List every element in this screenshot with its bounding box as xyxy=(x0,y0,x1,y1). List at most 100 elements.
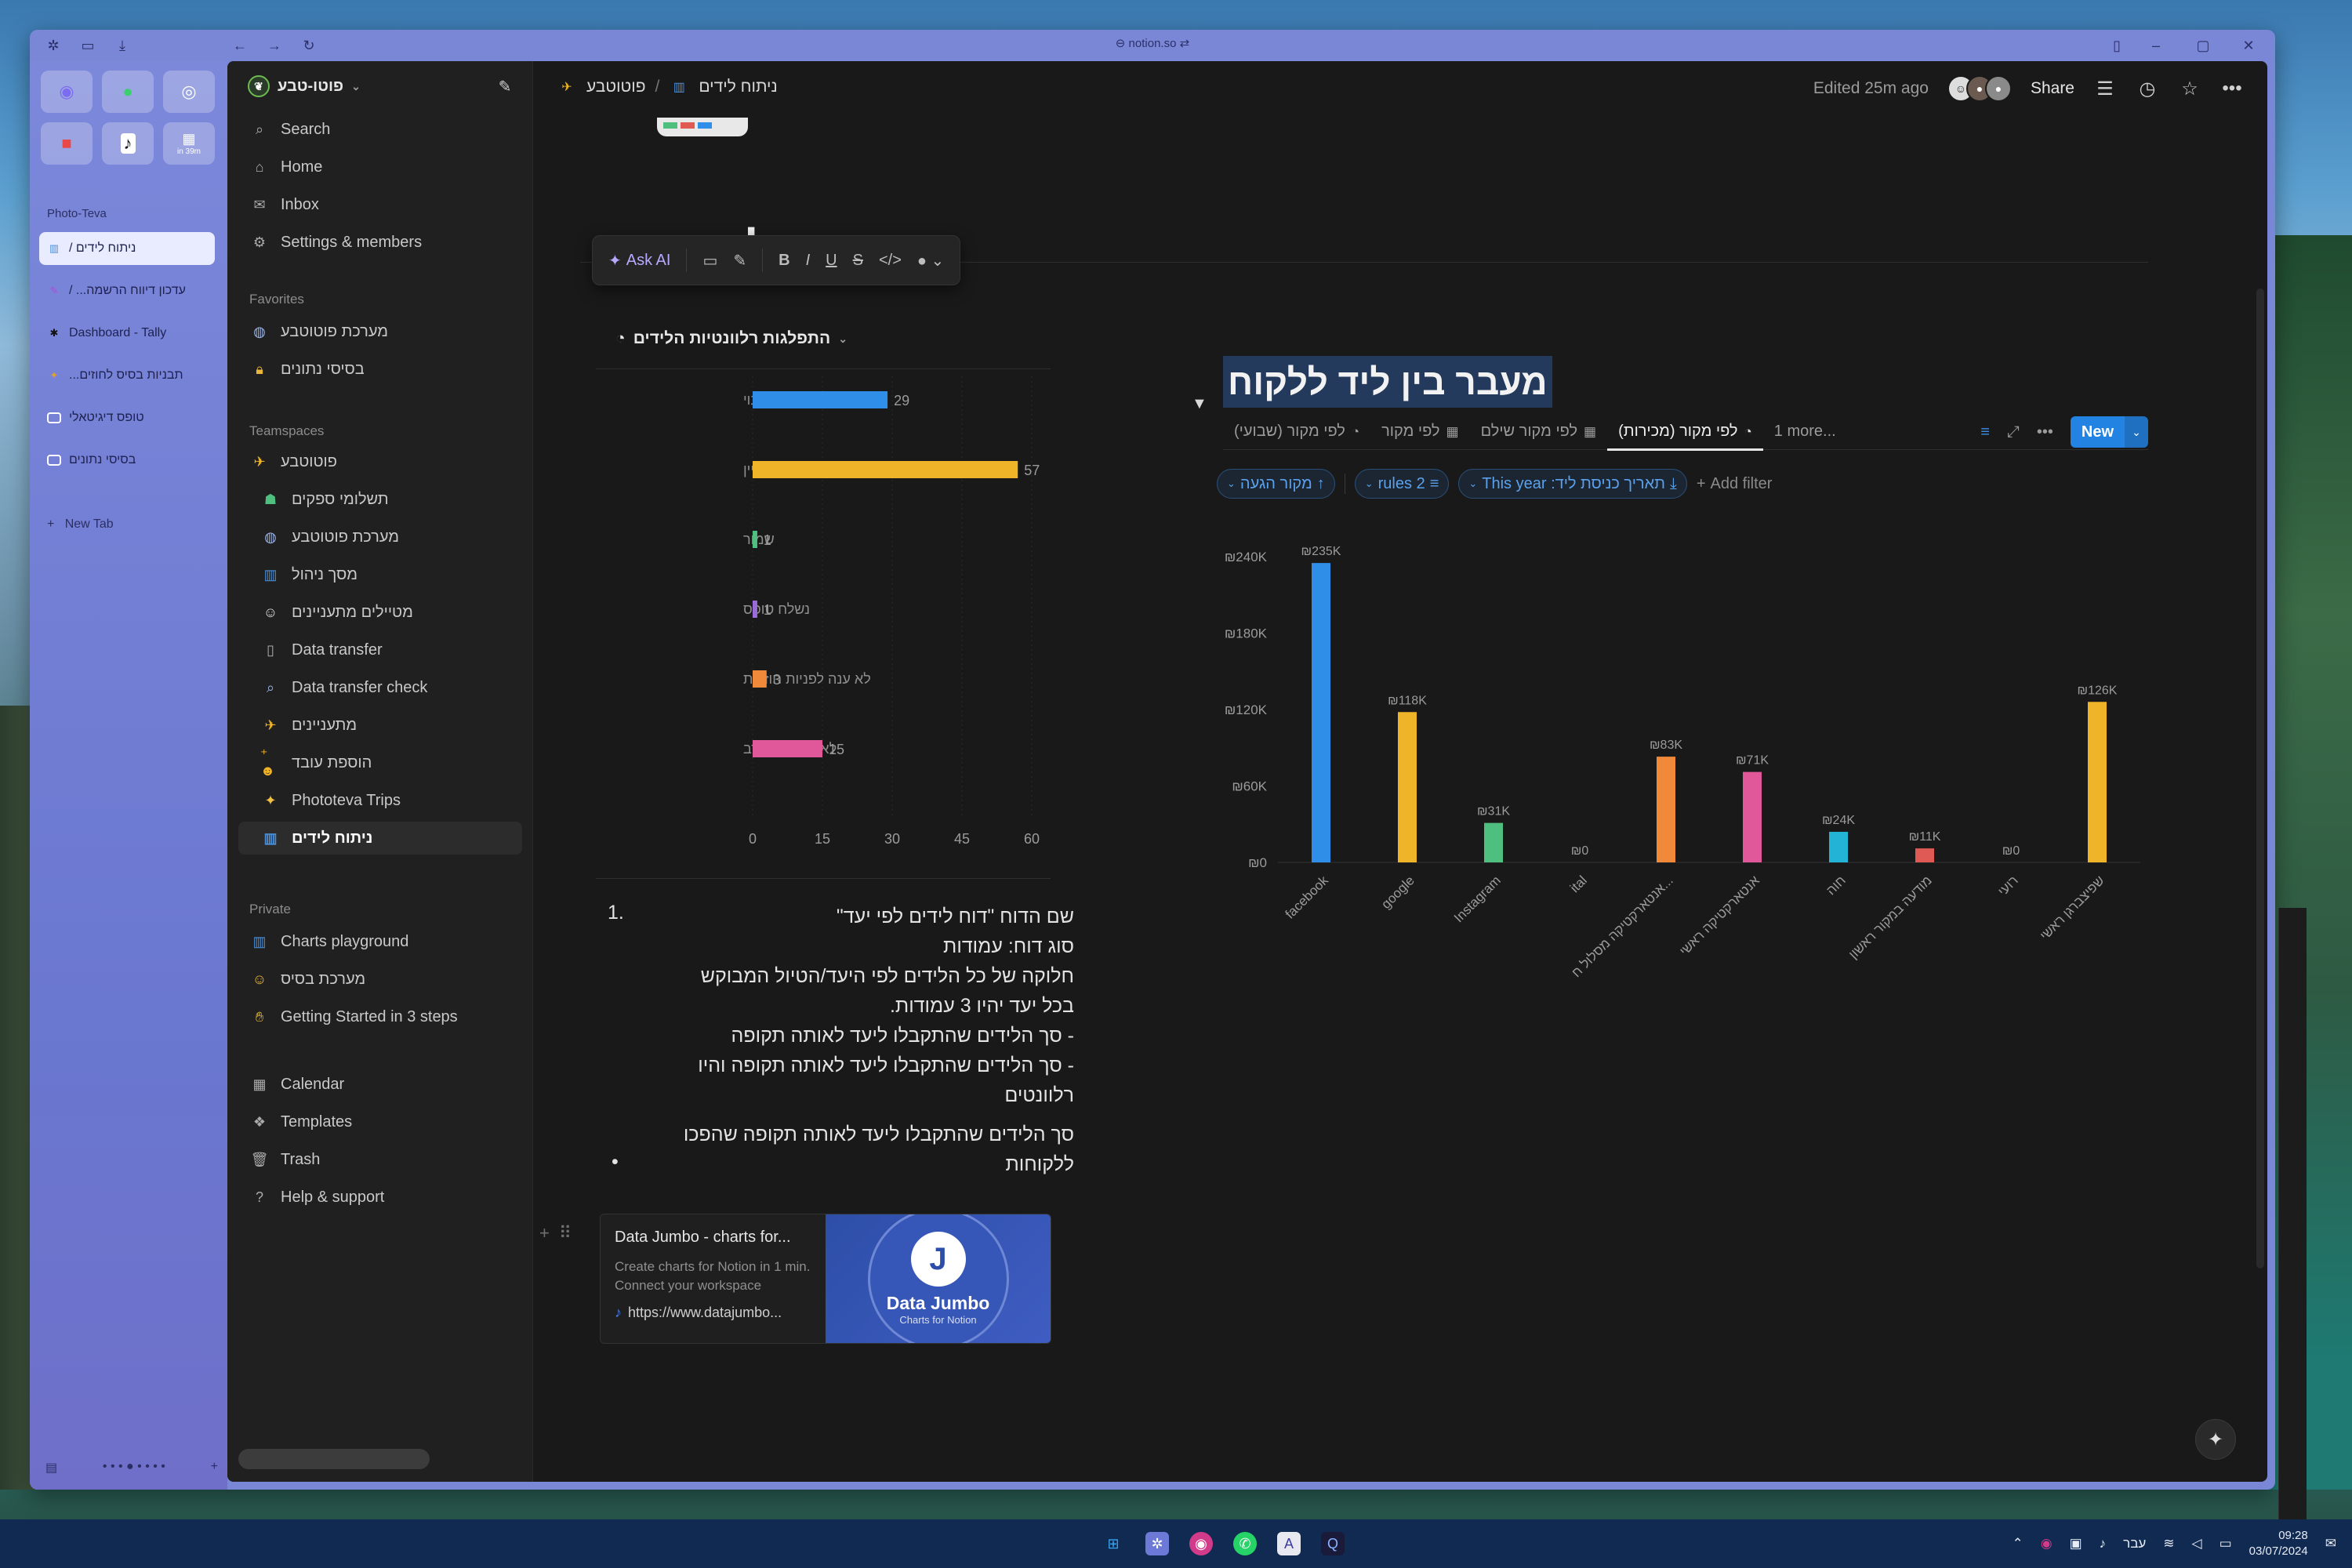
new-page-icon[interactable]: ✎ xyxy=(494,75,516,97)
clock[interactable]: 09:28 03/07/2024 xyxy=(2249,1528,2308,1559)
sidebar-item-private[interactable]: ☺ מערכת בסיס xyxy=(238,963,522,996)
sidebar-search[interactable]: ⌕ Search xyxy=(238,113,522,146)
sidebar-home[interactable]: ⌂ Home xyxy=(238,151,522,183)
ai-assistant-button[interactable]: ✦ xyxy=(2195,1419,2236,1460)
app-tray-icon[interactable]: ◉ xyxy=(2041,1536,2053,1552)
chevron-up-icon[interactable]: ⌃ xyxy=(2012,1536,2023,1552)
sidebar-item-teamspace[interactable]: ☗ תשלומי ספקים xyxy=(238,483,522,516)
sidebar-item-teamspace[interactable]: ▥ מסך ניהול xyxy=(238,558,522,591)
settings-sliders-icon[interactable]: ⇄ xyxy=(1176,37,1190,50)
minimize-icon[interactable]: – xyxy=(2147,36,2165,55)
share-button[interactable]: Share xyxy=(2031,79,2074,98)
tab-leads[interactable]: ▥ ניתוח לידים / xyxy=(39,232,215,265)
code-icon[interactable]: </> xyxy=(879,252,902,270)
comment-icon[interactable]: ▭ xyxy=(702,251,717,270)
new-tab-button[interactable]: + New Tab xyxy=(47,517,114,532)
view-tab-active[interactable]: ◔ לפי מקור (מכירות) xyxy=(1607,414,1763,451)
arc-browser-icon[interactable]: ✲ xyxy=(1145,1532,1169,1555)
sidebar-item-favorite[interactable]: 🔒︎ בסיסי נתונים xyxy=(238,353,522,386)
wifi-icon[interactable]: ≋ xyxy=(2163,1536,2174,1552)
toggle-triangle-icon[interactable]: ▼ xyxy=(1192,395,1207,413)
pinned-app-6[interactable]: ▦ in 39m xyxy=(163,122,215,165)
maximize-icon[interactable]: ▢ xyxy=(2194,36,2212,55)
app-icon[interactable]: ◉ xyxy=(1189,1532,1213,1555)
url-bar[interactable]: ⊖ notion.so ⇄ xyxy=(1116,36,1189,50)
date-filter-chip[interactable]: ⤓ תאריך כניסת ליד: This year ⌄ xyxy=(1458,469,1687,499)
view-tab[interactable]: ▦ לפי מקור xyxy=(1370,414,1469,450)
comments-icon[interactable]: ☰ xyxy=(2093,78,2117,100)
sidebar-item-favorite[interactable]: ◍ מערכת פוטוטבע xyxy=(238,315,522,348)
sidebar-item-teamspace[interactable]: ⌕ Data transfer check xyxy=(238,671,522,704)
new-button[interactable]: New ⌄ xyxy=(2070,416,2148,448)
sidebar-settings[interactable]: ⚙ Settings & members xyxy=(238,226,522,259)
view-tab[interactable]: ▦ לפי מקור שילם xyxy=(1470,414,1608,450)
strikethrough-icon[interactable]: S xyxy=(853,252,863,270)
sidebar-item-teamspace[interactable]: ✦ Phototeva Trips xyxy=(238,784,522,817)
chevron-down-icon[interactable]: ⌄ xyxy=(2125,416,2148,448)
history-icon[interactable]: ◷ xyxy=(2136,78,2159,100)
collaborator-avatars[interactable]: ☺ ● ● xyxy=(1947,75,2012,102)
arc-logo-icon[interactable]: ✲ xyxy=(44,36,63,55)
space-dots[interactable]: • • • ● • • • • xyxy=(103,1460,165,1475)
split-view-icon[interactable]: ▯ xyxy=(2107,36,2126,55)
star-icon[interactable]: ☆ xyxy=(2178,78,2201,100)
archive-icon[interactable]: ▤ xyxy=(45,1460,57,1475)
pinned-app-1[interactable]: ◉ xyxy=(41,71,93,113)
italic-icon[interactable]: I xyxy=(806,252,811,270)
page-icon-tag[interactable] xyxy=(657,118,748,136)
whatsapp-icon[interactable]: ✆ xyxy=(1233,1532,1257,1555)
windows-start-icon[interactable]: ⊞ xyxy=(1102,1532,1125,1555)
drag-handle-icon[interactable]: ⠿ xyxy=(559,1223,572,1243)
tab-databases[interactable]: בסיסי נתונים xyxy=(39,444,215,477)
tab-digital-form[interactable]: טופס דיגיטאלי xyxy=(39,401,215,434)
tab-tally[interactable]: ✱ Dashboard - Tally xyxy=(39,317,215,350)
filter-icon[interactable]: ≡ xyxy=(1980,423,1990,441)
expand-icon[interactable]: ⤢ xyxy=(2007,423,2020,441)
pinned-app-2[interactable]: ● xyxy=(102,71,154,113)
sidebar-templates[interactable]: ❖ Templates xyxy=(238,1105,522,1138)
app-icon[interactable]: Q xyxy=(1321,1532,1345,1555)
left-chart-title-row[interactable]: ◔ התפלגות רלוונטיות הלידים ⌄ xyxy=(615,329,848,348)
block-handle[interactable]: + ⠿ xyxy=(539,1223,572,1243)
pinned-app-4[interactable]: ■ xyxy=(41,122,93,165)
underline-icon[interactable]: U xyxy=(826,252,837,270)
more-icon[interactable]: ••• xyxy=(2220,78,2244,100)
sidebar-item-teamspace[interactable]: ◍ מערכת פוטוטבע xyxy=(238,521,522,554)
sidebar-trash[interactable]: 🗑︎ Trash xyxy=(238,1143,522,1176)
sidebar-item-teamspace[interactable]: ✈ פוטוטבע xyxy=(238,445,522,478)
app-tray-icon[interactable]: ▣ xyxy=(2070,1536,2082,1552)
sidebar-item-teamspace-selected[interactable]: ▥ ניתוח לידים xyxy=(238,822,522,855)
breadcrumb-parent[interactable]: פוטוטבע xyxy=(586,78,646,96)
tab-templates[interactable]: ✦ תבניות בסיס לחוזים... xyxy=(39,359,215,392)
reload-icon[interactable]: ↻ xyxy=(299,36,318,55)
volume-icon[interactable]: ◁ xyxy=(2192,1536,2202,1552)
edit-icon[interactable]: ✎ xyxy=(733,251,746,270)
download-icon[interactable]: ⤓ xyxy=(113,36,132,55)
battery-icon[interactable]: ▭ xyxy=(2220,1536,2232,1552)
mic-icon[interactable]: ♪ xyxy=(2100,1536,2107,1552)
forward-icon[interactable]: → xyxy=(265,36,284,55)
sidebar-item-private[interactable]: ✋︎ Getting Started in 3 steps xyxy=(238,1000,522,1033)
workspace-switcher[interactable]: ❦ פוטו-טבע ⌄ xyxy=(248,75,361,97)
bold-icon[interactable]: B xyxy=(779,252,789,270)
add-space-icon[interactable]: + xyxy=(211,1460,218,1475)
close-icon[interactable]: ✕ xyxy=(2239,36,2258,55)
sidebar-item-teamspace[interactable]: ⁺☻ הוספת עובד xyxy=(238,746,522,779)
app-icon[interactable]: A xyxy=(1277,1532,1301,1555)
bookmark-card[interactable]: Data Jumbo - charts for... Create charts… xyxy=(600,1214,1051,1344)
pinned-app-5[interactable]: ♪ xyxy=(102,122,154,165)
view-tab[interactable]: ◔ לפי מקור (שבועי) xyxy=(1223,414,1370,450)
sidebar-calendar[interactable]: ▦ Calendar xyxy=(238,1068,522,1101)
sidebar-item-teamspace[interactable]: ▯ Data transfer xyxy=(238,633,522,666)
sidebar-inbox[interactable]: ✉ Inbox xyxy=(238,188,522,221)
sort-chip[interactable]: ↑ מקור הגעה ⌄ xyxy=(1217,469,1335,499)
report-description[interactable]: שם הדוח "דוח לידים לפי יעד" סוג דוח: עמו… xyxy=(651,902,1074,1179)
back-icon[interactable]: ← xyxy=(230,36,249,55)
rules-chip[interactable]: ≡ 2 rules ⌄ xyxy=(1354,469,1450,499)
tab-update-report[interactable]: ✎ עדכון דיווח הרשמה... / xyxy=(39,274,215,307)
sidebar-help[interactable]: ? Help & support xyxy=(238,1181,522,1214)
pinned-app-3[interactable]: ◎ xyxy=(163,71,215,113)
more-icon[interactable]: ••• xyxy=(2037,423,2053,441)
add-block-icon[interactable]: + xyxy=(539,1223,550,1243)
page-scrollbar[interactable] xyxy=(2256,289,2264,1269)
